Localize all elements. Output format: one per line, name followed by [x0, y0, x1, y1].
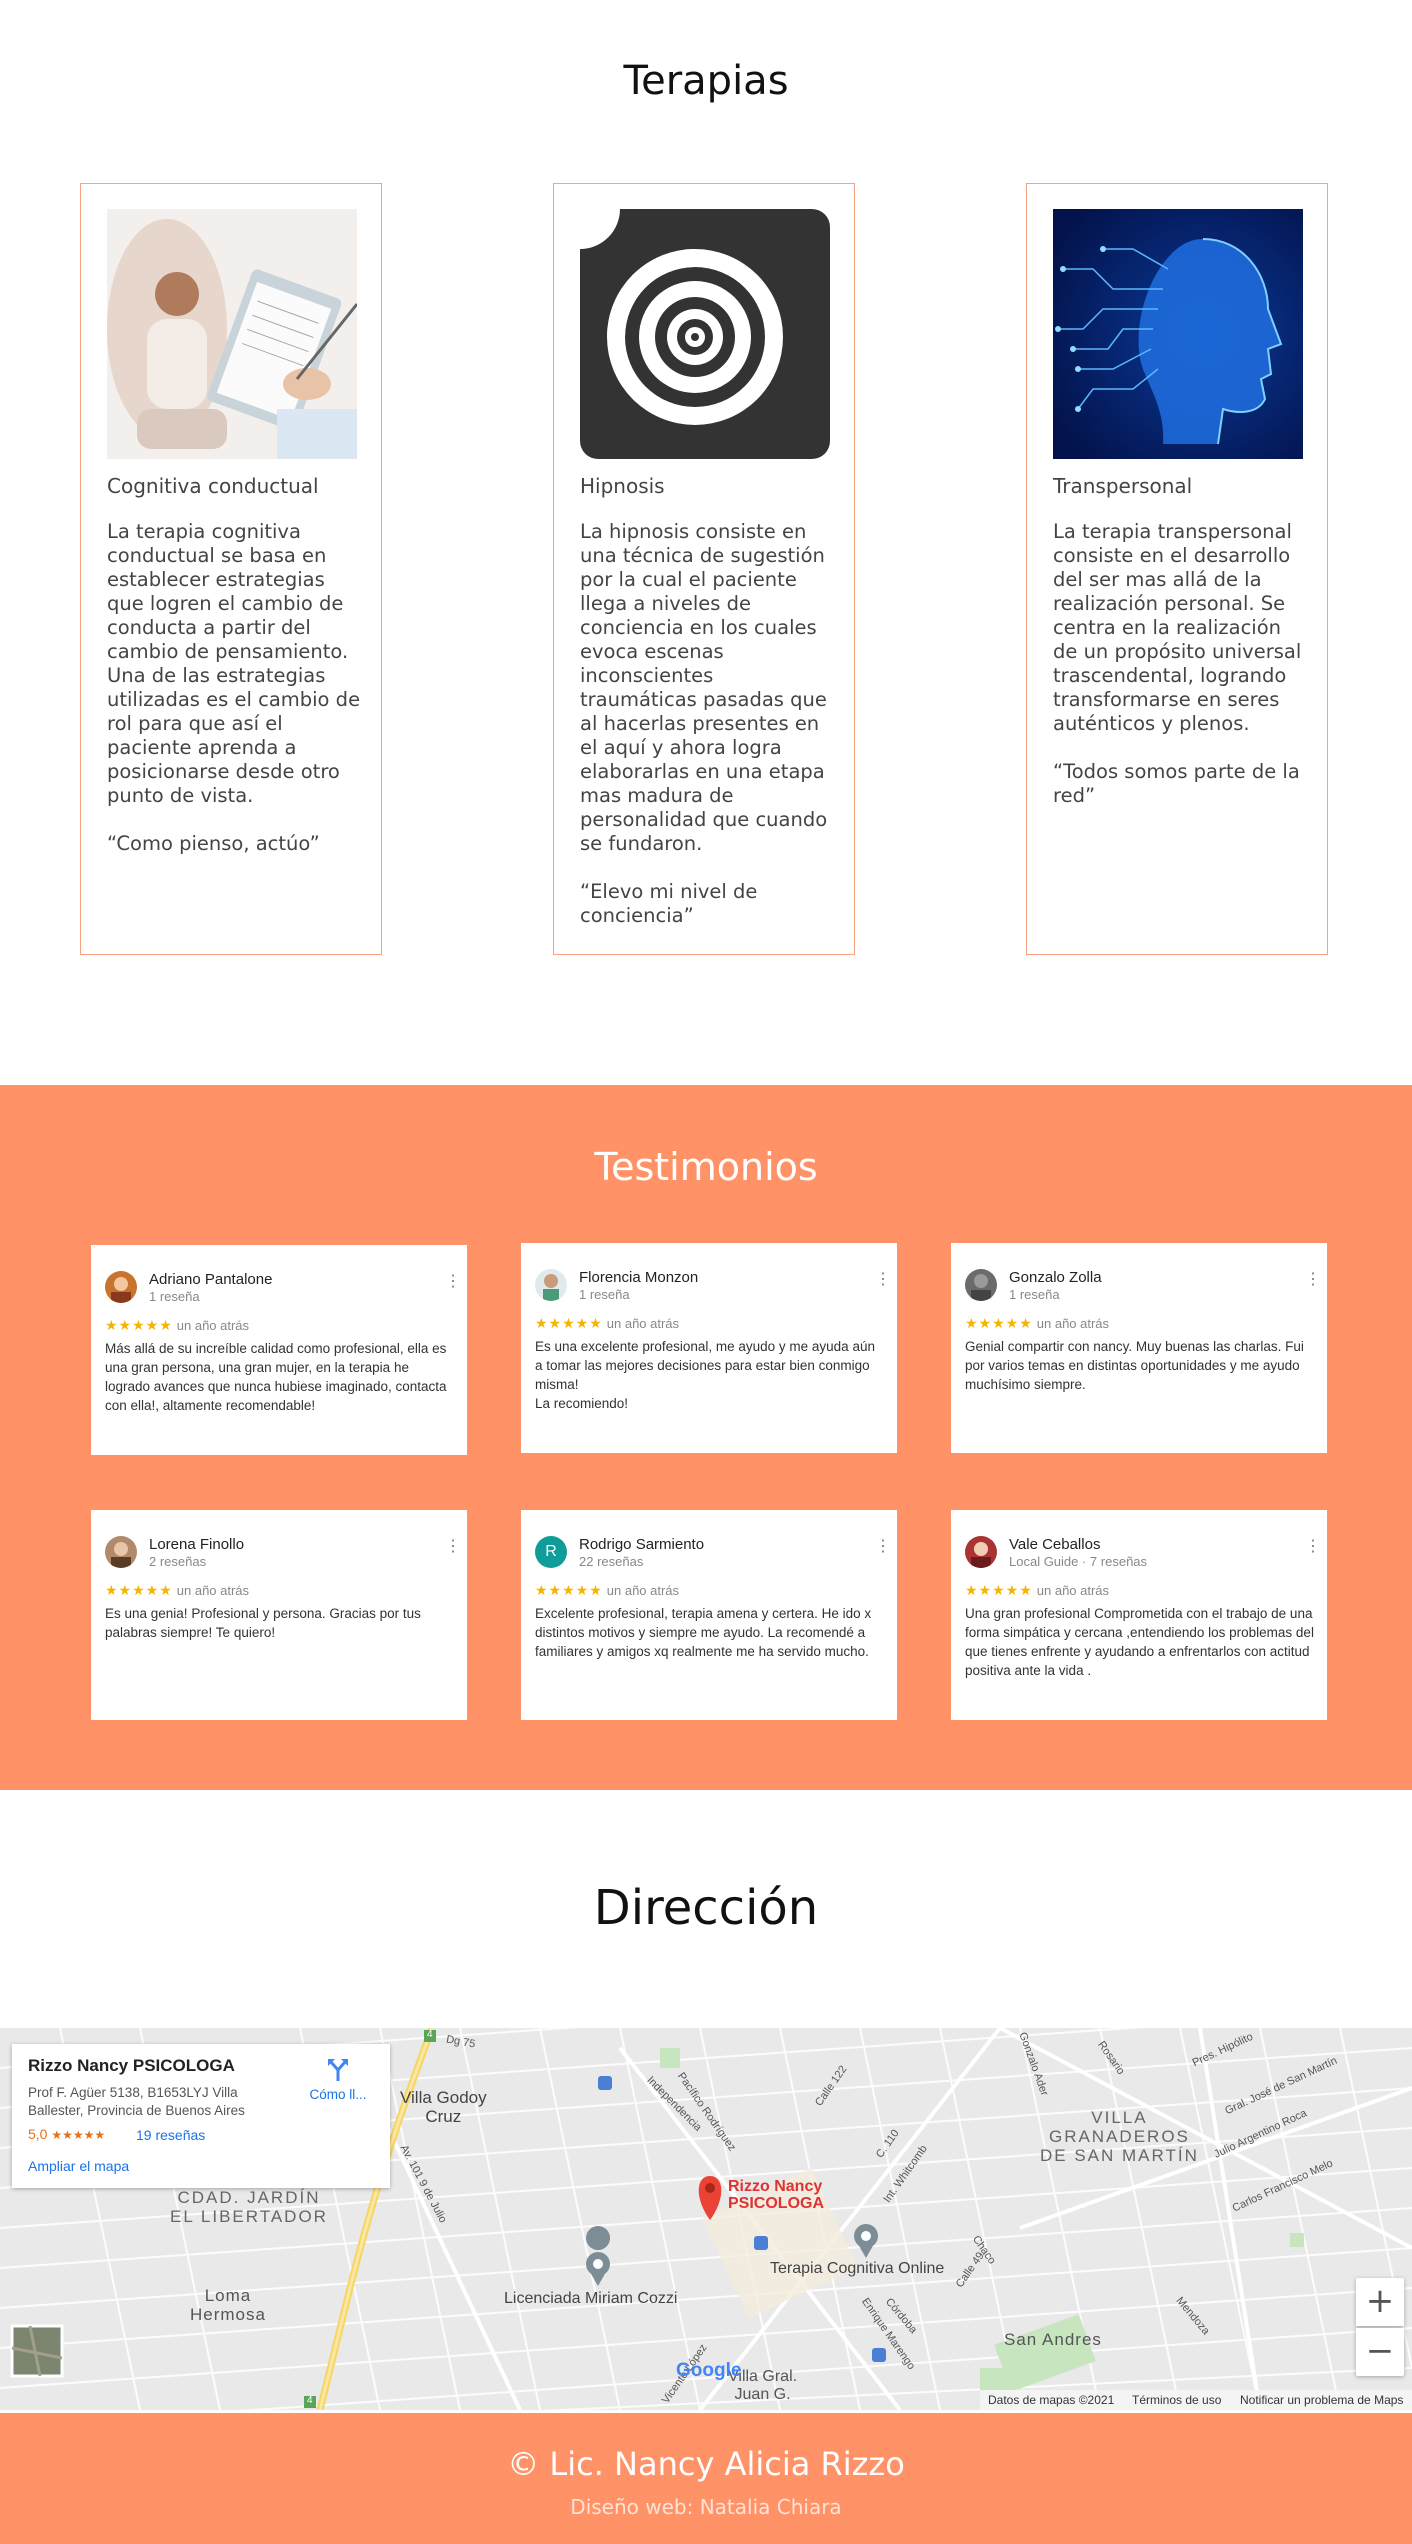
map-label-terapia-online[interactable]: Terapia Cognitiva Online: [770, 2260, 944, 2278]
review-date: un año atrás: [1036, 1583, 1110, 1598]
review-card: Vale Ceballos Local Guide · 7 reseñas ⋮ …: [951, 1510, 1327, 1720]
map-marker-label[interactable]: Rizzo Nancy PSICOLOGA: [728, 2178, 824, 2212]
therapy-image-transpersonal: [1053, 209, 1303, 459]
reviewer-name[interactable]: Adriano Pantalone: [149, 1271, 272, 1288]
map-label-jardin: CDAD. JARDÍN EL LIBERTADOR: [170, 2188, 328, 2226]
reviewer-name[interactable]: Vale Ceballos: [1009, 1536, 1100, 1553]
section-title-direccion: Dirección: [593, 1880, 819, 1936]
directions-label: Cómo ll...: [309, 2087, 367, 2102]
review-text: Excelente profesional, terapia amena y c…: [535, 1606, 872, 1659]
review-card: Gonzalo Zolla 1 reseña ⋮ ★★★★★ un año atr…: [951, 1243, 1327, 1453]
therapy-image-cognitiva: [107, 209, 357, 459]
place-rating: 5,0 ★★★★★: [28, 2126, 106, 2142]
review-text: Es una genia! Profesional y persona. Gra…: [105, 1606, 421, 1640]
review-date: un año atrás: [176, 1583, 250, 1598]
map-attribution-bar: Datos de mapas ©2021 Términos de uso Not…: [980, 2390, 1412, 2410]
review-card: Florencia Monzon 1 reseña ⋮ ★★★★★ un año …: [521, 1243, 897, 1453]
therapy-name: Cognitiva conductual: [107, 474, 319, 498]
review-card: Adriano Pantalone 1 reseña ⋮ ★★★★★ un año…: [91, 1245, 467, 1455]
reviewer-name[interactable]: Rodrigo Sarmiento: [579, 1536, 704, 1553]
reviewer-name[interactable]: Lorena Finollo: [149, 1536, 244, 1553]
avatar: [105, 1536, 137, 1568]
avatar: [535, 1269, 567, 1301]
review-date: un año atrás: [606, 1583, 680, 1598]
reviewer-meta: 1 reseña: [149, 1289, 200, 1304]
more-options-icon[interactable]: ⋮: [875, 1539, 891, 1555]
review-card: R Rodrigo Sarmiento 22 reseñas ⋮ ★★★★★ un…: [521, 1510, 897, 1720]
reviewer-meta: Local Guide · 7 reseñas: [1009, 1554, 1148, 1569]
avatar: [965, 1269, 997, 1301]
review-text: Una gran profesional Comprometida con el…: [965, 1606, 1314, 1678]
google-logo: Google: [676, 2360, 742, 2381]
map-label-san-andres: San Andres: [1004, 2330, 1102, 2349]
enlarge-map-link[interactable]: Ampliar el mapa: [28, 2158, 129, 2174]
map-label-loma-hermosa: Loma Hermosa: [190, 2286, 266, 2324]
route-shield-label: 4: [307, 2395, 313, 2406]
review-text: Genial compartir con nancy. Muy buenas l…: [965, 1339, 1304, 1392]
footer-credit[interactable]: Diseño web: Natalia Chiara: [0, 2495, 1412, 2519]
reviewer-meta: 1 reseña: [1009, 1287, 1060, 1302]
footer: © Lic. Nancy Alicia Rizzo Diseño web: Na…: [0, 2413, 1412, 2544]
footer-copyright: © Lic. Nancy Alicia Rizzo: [507, 2445, 905, 2483]
reviewer-meta: 22 reseñas: [579, 1554, 644, 1569]
reviewer-meta: 1 reseña: [579, 1287, 630, 1302]
therapy-card-transpersonal: Transpersonal La terapia transpersonal c…: [1026, 183, 1328, 955]
more-options-icon[interactable]: ⋮: [445, 1539, 461, 1555]
review-stars: ★★★★★ un año atrás: [965, 1582, 1110, 1598]
section-title-testimonios: Testimonios: [594, 1145, 818, 1189]
review-stars: ★★★★★ un año atrás: [535, 1315, 680, 1331]
review-stars: ★★★★★ un año atrás: [105, 1582, 250, 1598]
embedded-map[interactable]: Rizzo Nancy PSICOLOGA Villa Godoy Cruz V…: [0, 2028, 1412, 2410]
therapy-card-cognitiva: Cognitiva conductual La terapia cognitiv…: [80, 183, 382, 955]
map-label-granaderos: VILLA GRANADEROS DE SAN MARTÍN: [1040, 2108, 1199, 2165]
more-options-icon[interactable]: ⋮: [1305, 1539, 1321, 1555]
review-stars: ★★★★★ un año atrás: [535, 1582, 680, 1598]
zoom-in-button[interactable]: +: [1356, 2278, 1404, 2326]
section-title-terapias: Terapias: [623, 58, 789, 104]
therapy-card-hipnosis: Hipnosis La hipnosis consiste en una téc…: [553, 183, 855, 955]
reviewer-meta: 2 reseñas: [149, 1554, 207, 1569]
more-options-icon[interactable]: ⋮: [1305, 1272, 1321, 1288]
rating-stars: ★★★★★: [51, 2128, 106, 2142]
report-problem-link[interactable]: Notificar un problema de Maps: [1240, 2390, 1403, 2410]
review-text: Es una excelente profesional, me ayudo y…: [535, 1339, 875, 1411]
reviews-link[interactable]: 19 reseñas: [136, 2127, 205, 2143]
therapy-description: La terapia transpersonal consiste en el …: [1053, 520, 1302, 807]
map-label-miriam-cozzi[interactable]: Licenciada Miriam Cozzi: [504, 2290, 677, 2308]
avatar: R: [535, 1536, 567, 1568]
review-text: Más allá de su increíble calidad como pr…: [105, 1341, 447, 1413]
route-shield-label: 4: [427, 2029, 433, 2040]
reviewer-name[interactable]: Gonzalo Zolla: [1009, 1269, 1102, 1286]
therapy-name: Hipnosis: [580, 474, 665, 498]
review-stars: ★★★★★ un año atrás: [105, 1317, 250, 1333]
testimonials-section: Testimonios Adriano Pantalone 1 reseña ⋮…: [0, 1085, 1412, 1790]
review-date: un año atrás: [1036, 1316, 1110, 1331]
review-date: un año atrás: [606, 1316, 680, 1331]
avatar: [105, 1271, 137, 1303]
reviewer-name[interactable]: Florencia Monzon: [579, 1269, 698, 1286]
therapy-name: Transpersonal: [1053, 474, 1193, 498]
directions-icon: [328, 2059, 348, 2081]
directions-button[interactable]: Cómo ll...: [298, 2056, 378, 2102]
place-address: Prof F. Agüer 5138, B1653LYJ Villa Balle…: [28, 2085, 245, 2118]
terms-link[interactable]: Términos de uso: [1132, 2390, 1221, 2410]
therapy-description: La hipnosis consiste en una técnica de s…: [580, 520, 828, 927]
review-card: Lorena Finollo 2 reseñas ⋮ ★★★★★ un año a…: [91, 1510, 467, 1720]
review-stars: ★★★★★ un año atrás: [965, 1315, 1110, 1331]
place-name: Rizzo Nancy PSICOLOGA: [28, 2056, 235, 2075]
therapy-image-hipnosis: [580, 209, 830, 459]
map-label-villa-godoy-cruz: Villa Godoy Cruz: [400, 2088, 487, 2126]
map-data-attribution: Datos de mapas ©2021: [988, 2393, 1115, 2407]
therapy-description: La terapia cognitiva conductual se basa …: [107, 520, 361, 855]
more-options-icon[interactable]: ⋮: [875, 1272, 891, 1288]
place-info-card: Rizzo Nancy PSICOLOGA Prof F. Agüer 5138…: [12, 2044, 390, 2188]
more-options-icon[interactable]: ⋮: [445, 1274, 461, 1290]
review-date: un año atrás: [176, 1318, 250, 1333]
avatar: [965, 1536, 997, 1568]
zoom-out-button[interactable]: −: [1356, 2328, 1404, 2376]
